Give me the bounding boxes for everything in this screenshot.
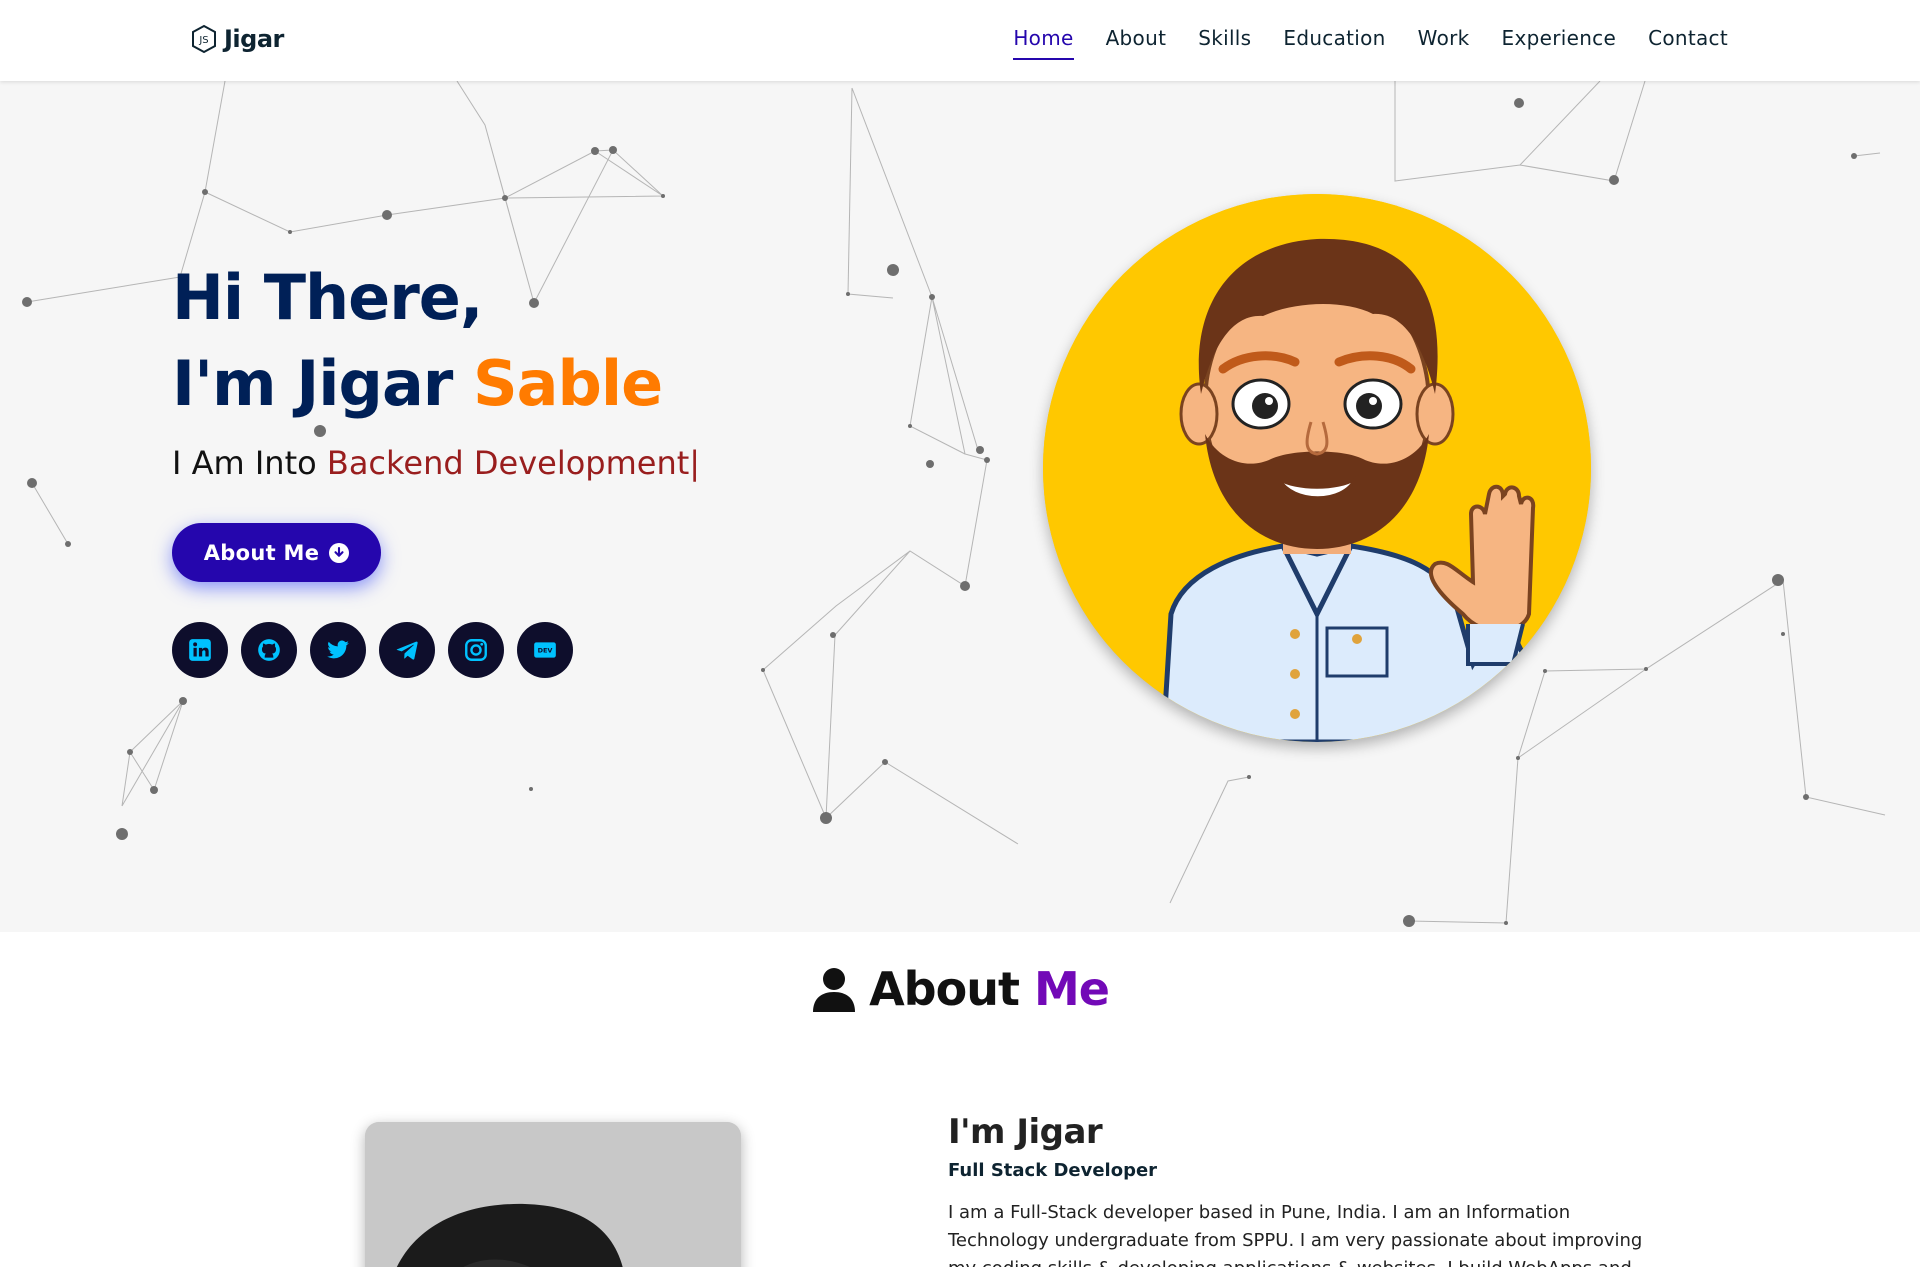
brand-logo[interactable]: JS Jigar bbox=[190, 24, 284, 54]
particle-network-background bbox=[22, 81, 1886, 927]
brand-name: Jigar bbox=[224, 25, 284, 53]
about-title-accent: Me bbox=[1033, 962, 1110, 1016]
nodejs-icon: JS bbox=[192, 24, 216, 54]
hero-greeting: Hi There, bbox=[172, 261, 483, 334]
hero-name-accent: Sable bbox=[472, 347, 663, 421]
about-info: I'm Jigar Full Stack Developer I am a Fu… bbox=[948, 1112, 1668, 1267]
svg-text:DEV: DEV bbox=[538, 647, 553, 655]
about-name-heading: I'm Jigar bbox=[948, 1112, 1103, 1152]
svg-text:JS: JS bbox=[198, 35, 208, 46]
hero-avatar bbox=[1043, 194, 1591, 742]
profile-photo bbox=[365, 1122, 741, 1267]
github-link[interactable] bbox=[241, 622, 297, 678]
nav-link-about[interactable]: About bbox=[1106, 26, 1167, 60]
linkedin-link[interactable] bbox=[172, 622, 228, 678]
nav-link-education[interactable]: Education bbox=[1283, 26, 1385, 60]
twitter-icon bbox=[327, 640, 349, 659]
telegram-link[interactable] bbox=[379, 622, 435, 678]
social-links: DEV bbox=[172, 622, 573, 678]
hero-text: Hi There, I'm Jigar Sable I Am Into Back… bbox=[172, 261, 700, 482]
hero-into-prefix: I Am Into bbox=[172, 443, 327, 482]
dev-icon: DEV bbox=[534, 642, 556, 658]
twitter-link[interactable] bbox=[310, 622, 366, 678]
nav-link-contact[interactable]: Contact bbox=[1648, 26, 1728, 60]
instagram-link[interactable] bbox=[448, 622, 504, 678]
hero-name-prefix: I'm Jigar bbox=[172, 347, 473, 421]
dev-link[interactable]: DEV bbox=[517, 622, 573, 678]
cartoon-avatar-image bbox=[1043, 194, 1591, 742]
github-icon bbox=[258, 639, 280, 661]
telegram-icon bbox=[396, 641, 418, 660]
about-me-button-label: About Me bbox=[203, 540, 320, 565]
about-section-title: About Me bbox=[0, 962, 1920, 1016]
nav-link-home[interactable]: Home bbox=[1013, 26, 1074, 60]
nav-link-work[interactable]: Work bbox=[1418, 26, 1470, 60]
about-bio: I am a Full-Stack developer based in Pun… bbox=[948, 1202, 1643, 1267]
linkedin-icon bbox=[189, 639, 211, 661]
about-title-prefix: About bbox=[869, 962, 1034, 1016]
about-me-button[interactable]: About Me bbox=[172, 523, 381, 582]
navbar: JS Jigar Home About Skills Education Wor… bbox=[0, 0, 1920, 81]
hero-section: Hi There, I'm Jigar Sable I Am Into Back… bbox=[0, 81, 1920, 932]
nav-link-skills[interactable]: Skills bbox=[1198, 26, 1251, 60]
about-heading: About Me bbox=[869, 962, 1110, 1016]
arrow-down-circle-icon bbox=[329, 542, 350, 563]
hero-name: I'm Jigar Sable bbox=[172, 347, 700, 421]
hero-typed-line: I Am Into Backend Development| bbox=[172, 444, 700, 482]
about-role: Full Stack Developer bbox=[948, 1160, 1158, 1181]
nav-links: Home About Skills Education Work Experie… bbox=[1013, 26, 1728, 60]
user-icon bbox=[813, 968, 856, 1012]
instagram-icon bbox=[465, 639, 487, 661]
profile-photo-image bbox=[365, 1122, 741, 1267]
hero-typed-text: Backend Development| bbox=[326, 443, 701, 482]
nav-link-experience[interactable]: Experience bbox=[1502, 26, 1617, 60]
